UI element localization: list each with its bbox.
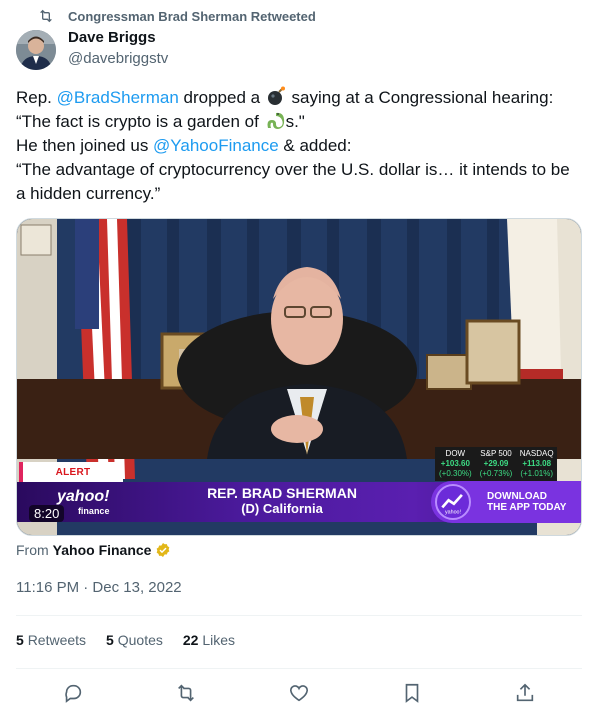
quotes-count: 5 <box>106 632 114 648</box>
like-button[interactable] <box>288 682 310 704</box>
alert-label: ALERT <box>19 462 123 482</box>
author-block[interactable]: Dave Briggs @davebriggstv <box>68 29 168 69</box>
ticker-change: +113.08 <box>522 459 552 468</box>
retweet-icon <box>40 9 52 23</box>
bookmark-icon <box>405 683 419 703</box>
tweet-timestamp[interactable]: 11:16 PM · Dec 13, 2022 <box>16 579 182 596</box>
retweets-stat[interactable]: 5 Retweets <box>16 632 86 648</box>
tweet-text-segment: “The advantage of cryptocurrency over th… <box>16 160 570 179</box>
likes-stat[interactable]: 22 Likes <box>183 632 235 648</box>
video-player[interactable]: ALERT DOW +103.60 (+0.30%) S&P 500 +29.0… <box>16 218 582 536</box>
tweet-text: Rep. @BradSherman dropped a saying at a … <box>16 86 586 206</box>
tweet-text-segment: s." <box>285 112 305 131</box>
promo-text: DOWNLOAD THE APP TODAY <box>487 491 566 513</box>
verified-badge-icon <box>157 543 170 557</box>
retweets-count: 5 <box>16 632 24 648</box>
ticker-percent: (+0.30%) <box>438 469 472 478</box>
author-name[interactable]: Dave Briggs <box>68 29 168 47</box>
tweet-text-segment: saying at a Congressional hearing: <box>286 88 554 107</box>
reply-icon <box>65 684 82 703</box>
retweet-icon <box>178 684 194 702</box>
reply-button[interactable] <box>62 682 84 704</box>
retweet-button[interactable] <box>175 682 197 704</box>
logo-brand: yahoo! <box>57 488 110 505</box>
retweet-header[interactable]: Congressman Brad Sherman Retweeted <box>38 6 316 26</box>
chart-icon: yahoo! <box>435 484 471 520</box>
ticker-sp500: S&P 500 +29.09 (+0.73%) <box>476 447 517 481</box>
snake-emoji <box>267 112 284 129</box>
tweet-stats: 5 Retweets 5 Quotes 22 Likes <box>16 632 235 648</box>
ticker-change: +29.09 <box>483 459 509 468</box>
quotes-stat[interactable]: 5 Quotes <box>106 632 163 648</box>
share-icon <box>516 683 534 702</box>
ticker-nasdaq: NASDAQ +113.08 (+1.01%) <box>516 447 557 481</box>
ticker-label: NASDAQ <box>519 449 554 458</box>
yahoo-finance-logo: yahoo! finance <box>57 489 109 519</box>
share-button[interactable] <box>514 682 536 704</box>
tweet-text-segment: a hidden currency.” <box>16 184 161 203</box>
divider <box>16 615 582 616</box>
retweets-label: Retweets <box>27 632 87 648</box>
video-duration: 8:20 <box>29 505 65 522</box>
like-icon <box>289 685 309 702</box>
source-prefix: From <box>16 542 49 558</box>
ticker-change: +103.60 <box>440 459 470 468</box>
author-handle[interactable]: @davebriggstv <box>68 49 168 69</box>
guest-name: REP. BRAD SHERMAN <box>207 485 357 501</box>
promo-brand: yahoo! <box>445 510 461 516</box>
tweet-text-segment: Rep. <box>16 88 57 107</box>
ticker-percent: (+0.73%) <box>479 469 513 478</box>
ticker-label: S&P 500 <box>480 449 512 458</box>
logo-sub: finance <box>77 506 110 516</box>
retweet-label: Congressman Brad Sherman Retweeted <box>68 8 316 24</box>
promo-line-1: DOWNLOAD <box>487 491 547 502</box>
ticker-label: DOW <box>445 449 466 458</box>
tweet-text-segment: He then joined us <box>16 136 154 155</box>
likes-label: Likes <box>202 632 236 648</box>
mention-link[interactable]: @YahooFinance <box>153 136 279 155</box>
likes-count: 22 <box>182 632 199 648</box>
source-name[interactable]: Yahoo Finance <box>53 542 152 558</box>
ticker-percent: (+1.01%) <box>520 469 554 478</box>
mention-link[interactable]: @BradSherman <box>57 88 179 107</box>
action-bar <box>16 678 582 708</box>
tweet-text-segment: dropped a <box>178 88 265 107</box>
video-source: From Yahoo Finance <box>16 542 171 558</box>
avatar[interactable] <box>16 30 56 70</box>
ticker-dow: DOW +103.60 (+0.30%) <box>435 447 476 481</box>
bomb-emoji <box>267 86 285 105</box>
divider <box>16 668 582 669</box>
quotes-label: Quotes <box>117 632 163 648</box>
guest-affiliation: (D) California <box>241 501 323 516</box>
market-ticker: DOW +103.60 (+0.30%) S&P 500 +29.09 (+0.… <box>435 447 557 481</box>
bookmark-button[interactable] <box>401 682 423 704</box>
promo-line-2: THE APP TODAY <box>487 502 567 513</box>
tweet-text-segment: & added: <box>278 136 352 155</box>
tweet-text-segment: “The fact is crypto is a garden of <box>16 112 264 131</box>
